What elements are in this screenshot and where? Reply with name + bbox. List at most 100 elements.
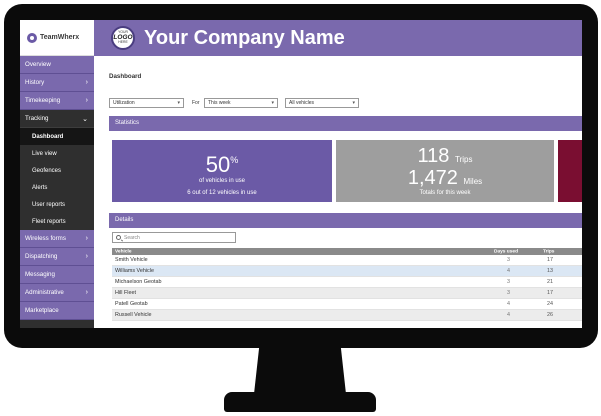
totals-caption: Totals for this week xyxy=(419,190,471,196)
totals-card: 118 Trips 1,472 Miles Totals for this we… xyxy=(336,140,554,202)
utilization-detail: 6 out of 12 vehicles in use xyxy=(187,190,257,196)
cell-vehicle: Smith Vehicle xyxy=(115,257,148,263)
cell-trips: 26 xyxy=(547,312,553,318)
sidebar-item-label: Tracking xyxy=(25,115,49,122)
sidebar: TeamWherx Overview History › Timekeeping… xyxy=(20,20,94,328)
column-header-days-used[interactable]: Days used xyxy=(494,249,518,254)
sidebar-item-dispatching[interactable]: Dispatching › xyxy=(20,248,94,266)
sidebar-subitem-fleet-reports[interactable]: Fleet reports xyxy=(20,213,94,230)
table-row[interactable]: Smith Vehicle 3 17 xyxy=(112,255,582,266)
sidebar-item-label: Wireless forms xyxy=(25,235,66,242)
utilization-caption: of vehicles in use xyxy=(198,178,246,184)
cell-days-used: 4 xyxy=(507,268,510,274)
sidebar-item-label: Alerts xyxy=(32,184,48,191)
page-title: Dashboard xyxy=(109,73,142,80)
cell-days-used: 4 xyxy=(507,301,510,307)
search-input[interactable]: Search xyxy=(112,232,236,243)
details-title: Details xyxy=(115,217,134,223)
table-row[interactable]: Williams Vehicle 4 13 xyxy=(112,266,582,277)
sidebar-subitem-dashboard[interactable]: Dashboard xyxy=(20,128,94,145)
chevron-right-icon: › xyxy=(85,79,88,86)
sidebar-item-label: Administrative xyxy=(25,289,64,296)
miles-total: 1,472 Miles xyxy=(336,168,554,188)
sidebar-item-label: Dashboard xyxy=(32,133,64,140)
trips-value: 118 xyxy=(417,145,450,167)
miles-value: 1,472 xyxy=(407,167,458,189)
app-header: YOUR LOGO HERE Your Company Name xyxy=(94,20,582,56)
chevron-down-icon: ⌄ xyxy=(82,115,88,123)
table-row[interactable]: Hill Fleet 3 17 xyxy=(112,288,582,299)
search-placeholder: Search xyxy=(124,234,140,241)
vehicle-select[interactable]: All vehicles ▾ xyxy=(285,98,359,108)
chevron-right-icon: › xyxy=(85,235,88,242)
column-header-trips[interactable]: Trips xyxy=(543,249,554,254)
sidebar-subitem-live-view[interactable]: Live view xyxy=(20,145,94,162)
utilization-unit: % xyxy=(230,155,239,165)
sidebar-item-history[interactable]: History › xyxy=(20,74,94,92)
chevron-right-icon: › xyxy=(85,289,88,296)
sidebar-item-label: User reports xyxy=(32,201,66,208)
sidebar-item-label: Live view xyxy=(32,150,57,157)
sidebar-item-label: Marketplace xyxy=(25,307,59,314)
metric-select-value: Utilization xyxy=(113,100,135,106)
caret-down-icon: ▾ xyxy=(352,100,355,106)
metric-select[interactable]: Utilization ▾ xyxy=(109,98,184,108)
caret-down-icon: ▾ xyxy=(271,100,274,106)
cell-days-used: 4 xyxy=(507,312,510,318)
sidebar-subitem-geofences[interactable]: Geofences xyxy=(20,162,94,179)
sidebar-subitem-alerts[interactable]: Alerts xyxy=(20,179,94,196)
statistics-title: Statistics xyxy=(115,120,140,126)
monitor-frame: TeamWherx Overview History › Timekeeping… xyxy=(4,4,598,348)
sidebar-item-label: Messaging xyxy=(25,271,55,278)
sidebar-item-administrative[interactable]: Administrative › xyxy=(20,284,94,302)
sidebar-item-wireless-forms[interactable]: Wireless forms › xyxy=(20,230,94,248)
utilization-number: 50 xyxy=(205,152,231,177)
chevron-right-icon: › xyxy=(85,97,88,104)
column-header-vehicle[interactable]: Vehicle xyxy=(115,249,132,254)
monitor-stand-base xyxy=(224,392,376,412)
vehicle-select-value: All vehicles xyxy=(289,100,315,106)
cell-vehicle: Hill Fleet xyxy=(115,290,136,296)
brand-logo[interactable]: TeamWherx xyxy=(20,20,94,56)
sidebar-item-label: Timekeeping xyxy=(25,97,61,104)
table-row[interactable]: Michaelson Geotab 3 21 xyxy=(112,277,582,288)
cell-vehicle: Williams Vehicle xyxy=(115,268,154,274)
sidebar-item-messaging[interactable]: Messaging xyxy=(20,266,94,284)
sidebar-item-timekeeping[interactable]: Timekeeping › xyxy=(20,92,94,110)
chevron-right-icon: › xyxy=(85,253,88,260)
period-select-value: This week xyxy=(208,100,231,106)
caret-down-icon: ▾ xyxy=(177,100,180,106)
sidebar-item-label: Overview xyxy=(25,61,51,68)
stat-card-partial xyxy=(558,140,582,202)
sidebar-item-overview[interactable]: Overview xyxy=(20,56,94,74)
sidebar-item-label: Dispatching xyxy=(25,253,58,260)
logo-bottom-text: HERE xyxy=(118,40,128,45)
cell-vehicle: Patell Geotab xyxy=(115,301,148,307)
table-header: Vehicle Days used Trips xyxy=(112,248,582,255)
sidebar-subitem-user-reports[interactable]: User reports xyxy=(20,196,94,213)
cell-vehicle: Michaelson Geotab xyxy=(115,279,162,285)
details-header: Details xyxy=(109,213,582,228)
cell-days-used: 3 xyxy=(507,279,510,285)
cell-trips: 17 xyxy=(547,257,553,263)
trips-total: 118 Trips xyxy=(336,146,554,166)
sidebar-item-tracking[interactable]: Tracking ⌄ xyxy=(20,110,94,128)
cell-trips: 21 xyxy=(547,279,553,285)
period-select[interactable]: This week ▾ xyxy=(204,98,278,108)
table-row[interactable]: Patell Geotab 4 24 xyxy=(112,299,582,310)
statistics-header: Statistics xyxy=(109,116,582,131)
brand-name: TeamWherx xyxy=(40,34,80,41)
sidebar-item-label: Fleet reports xyxy=(32,218,66,225)
details-table: Vehicle Days used Trips Smith Vehicle 3 … xyxy=(112,248,582,321)
table-row[interactable]: Russell Vehicle 4 26 xyxy=(112,310,582,321)
monitor-illustration: TeamWherx Overview History › Timekeeping… xyxy=(0,0,601,416)
trips-unit: Trips xyxy=(454,155,473,164)
cell-vehicle: Russell Vehicle xyxy=(115,312,152,318)
cell-trips: 24 xyxy=(547,301,553,307)
cell-days-used: 3 xyxy=(507,290,510,296)
sidebar-item-label: Geofences xyxy=(32,167,62,174)
teamwherx-logo-icon xyxy=(27,32,37,43)
main-content: Dashboard Utilization ▾ For This week ▾ … xyxy=(94,56,582,328)
cell-trips: 13 xyxy=(547,268,553,274)
sidebar-item-marketplace[interactable]: Marketplace xyxy=(20,302,94,320)
